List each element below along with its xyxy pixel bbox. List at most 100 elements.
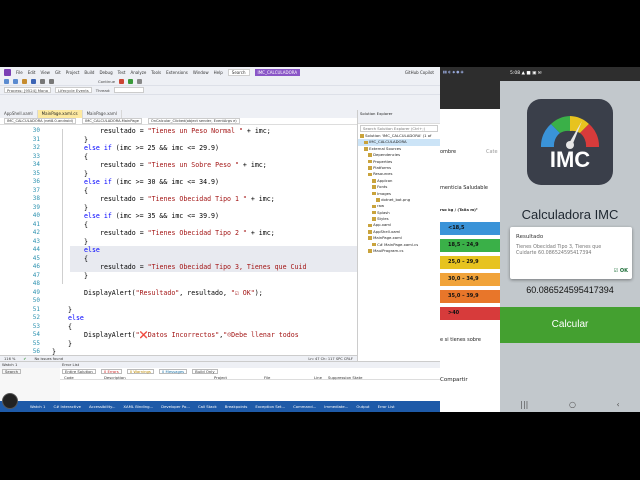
calcular-button[interactable]: Calcular [500, 307, 640, 343]
menu-help[interactable]: Help [214, 70, 223, 75]
code-line[interactable]: else if (imc >= 30 && imc <= 34.9) [84, 178, 219, 186]
thread-dropdown[interactable] [114, 87, 145, 93]
tab-mainpage-cs[interactable]: MainPage.xaml.cs [37, 110, 83, 118]
recents-icon[interactable]: ||| [520, 400, 528, 409]
code-line[interactable]: } [84, 170, 88, 178]
code-line[interactable]: } [84, 136, 88, 144]
code-line[interactable]: { [84, 187, 88, 195]
redo-icon[interactable] [49, 78, 54, 84]
menu-file[interactable]: File [16, 70, 23, 75]
menu-view[interactable]: View [40, 70, 50, 75]
line-number: 34 [32, 161, 40, 168]
menu-build[interactable]: Build [84, 70, 94, 75]
error-scope-dropdown[interactable]: Entire Solution [62, 369, 96, 374]
code-line[interactable]: resultado = "Tienes Obecidad Tipo 2 " + … [100, 229, 275, 237]
code-line[interactable]: DisplayAlert("❌Datos Incorrectos","☹Debe… [84, 331, 299, 339]
class-nav-dropdown[interactable]: IMC_CALCULADORA.MainPage [82, 118, 142, 124]
tab-appshell[interactable]: AppShell.xaml [0, 110, 38, 118]
col-project[interactable]: Project [210, 375, 260, 380]
search-box[interactable]: Search [227, 68, 250, 76]
col-file[interactable]: File [260, 375, 310, 380]
code-editor[interactable]: 30 resultado = "Tienes un Peso Normal " +… [0, 125, 357, 355]
bottom-tab[interactable]: Exception Set... [255, 404, 285, 409]
step-icon[interactable] [137, 78, 143, 84]
browser-tab-nombre[interactable]: ombre [440, 149, 456, 155]
open-icon[interactable] [22, 78, 27, 84]
bottom-tab[interactable]: C# Interactive [53, 404, 81, 409]
col-description[interactable]: Description [100, 375, 210, 380]
menu-extensions[interactable]: Extensions [166, 70, 188, 75]
save-icon[interactable] [31, 78, 36, 84]
process-dropdown[interactable]: Process: [9524] Mono [4, 87, 52, 93]
tab-mainpage-xaml[interactable]: MainPage.xaml [83, 110, 122, 118]
watch-search-input[interactable]: Search [2, 369, 22, 374]
continue-button[interactable]: Continue [98, 79, 115, 84]
menu-window[interactable]: Window [193, 70, 209, 75]
back-nav-icon[interactable]: ‹ [616, 400, 619, 409]
code-line[interactable]: resultado = "Tienes un Peso Normal " + i… [100, 127, 271, 135]
lifecycle-dropdown[interactable]: Lifecycle Events [55, 87, 92, 93]
code-line[interactable]: else if (imc >= 35 && imc <= 39.9) [84, 212, 219, 220]
browser-tab-cate[interactable]: Cate [486, 149, 498, 155]
code-line[interactable]: else if (imc >= 25 && imc <= 29.9) [84, 144, 219, 152]
code-line[interactable]: } [68, 306, 72, 314]
bottom-tab[interactable]: Command... [293, 404, 316, 409]
bottom-tab[interactable]: Immediate... [324, 404, 348, 409]
code-line[interactable]: resultado = "Tienes Obecidad Tipo 3, Tie… [100, 263, 306, 271]
code-line[interactable]: { [84, 255, 88, 263]
bottom-tab[interactable]: Error List [378, 404, 395, 409]
back-icon[interactable] [4, 78, 9, 84]
menu-analyze[interactable]: Analyze [131, 70, 147, 75]
col-suppression[interactable]: Suppression State [324, 375, 362, 380]
project-nav-dropdown[interactable]: IMC_CALCULADORA (net8.0-android) [4, 118, 77, 124]
menu-edit[interactable]: Edit [28, 70, 36, 75]
menu-project[interactable]: Project [66, 70, 80, 75]
restart-icon[interactable] [128, 78, 134, 84]
bottom-tab[interactable]: Breakpoints [225, 404, 248, 409]
menu-test[interactable]: Test [118, 70, 126, 75]
code-line[interactable]: } [84, 204, 88, 212]
undo-icon[interactable] [40, 78, 45, 84]
build-filter-dropdown[interactable]: Build Only [192, 369, 218, 374]
share-button[interactable]: Compartir [440, 377, 468, 383]
solution-tree-label: Styles [377, 216, 389, 222]
col-line[interactable]: Line [310, 375, 324, 380]
menu-tools[interactable]: Tools [151, 70, 161, 75]
code-line[interactable]: resultado = "Tienes Obecidad Tipo 1 " + … [100, 195, 275, 203]
zoom-level[interactable]: 116 % [4, 357, 15, 361]
bottom-tab[interactable]: Developer Po... [161, 404, 190, 409]
code-line[interactable]: else [84, 246, 100, 254]
home-icon[interactable]: ○ [569, 400, 576, 409]
line-number: 32 [32, 144, 40, 151]
dialog-ok-button[interactable]: ☑ OK [614, 268, 628, 274]
code-line[interactable]: { [68, 323, 72, 331]
solution-search-input[interactable]: Search Solution Explorer (Ctrl+;) [360, 125, 438, 132]
code-line[interactable]: resultado = "Tienes un Sobre Peso " + im… [100, 161, 267, 169]
bottom-tab[interactable]: XAML Binding... [123, 404, 153, 409]
code-line[interactable]: { [84, 153, 88, 161]
code-line[interactable]: } [68, 340, 72, 348]
method-nav-dropdown[interactable]: OnCalcular_Clicked(object sender, EventA… [147, 118, 240, 124]
copilot-button[interactable]: GitHub Copilot [405, 70, 434, 75]
code-line[interactable]: else [68, 314, 84, 322]
bottom-tab[interactable]: Watch 1 [30, 404, 45, 409]
code-line[interactable]: { [84, 221, 88, 229]
code-line[interactable]: } [52, 348, 56, 355]
windows-start-icon[interactable] [2, 393, 18, 409]
bottom-tab[interactable]: Output [356, 404, 369, 409]
bottom-tab[interactable]: Call Stack [198, 404, 217, 409]
solution-tree-item[interactable]: MauiProgram.cs [358, 248, 440, 254]
folder-icon [364, 140, 368, 145]
messages-filter[interactable]: 0 Messages [158, 369, 188, 374]
col-code[interactable]: Code [60, 375, 100, 380]
warnings-filter[interactable]: 0 Warnings [126, 369, 154, 374]
errors-filter[interactable]: 0 Errors [100, 369, 122, 374]
code-line[interactable]: } [84, 272, 88, 280]
menu-git[interactable]: Git [55, 70, 61, 75]
code-line[interactable]: } [84, 238, 88, 246]
bottom-tab[interactable]: Accessibility... [89, 404, 115, 409]
menu-debug[interactable]: Debug [99, 70, 112, 75]
stop-icon[interactable] [119, 78, 125, 84]
forward-icon[interactable] [13, 78, 18, 84]
code-line[interactable]: DisplayAlert("Resultado", resultado, "☑ … [84, 289, 263, 297]
